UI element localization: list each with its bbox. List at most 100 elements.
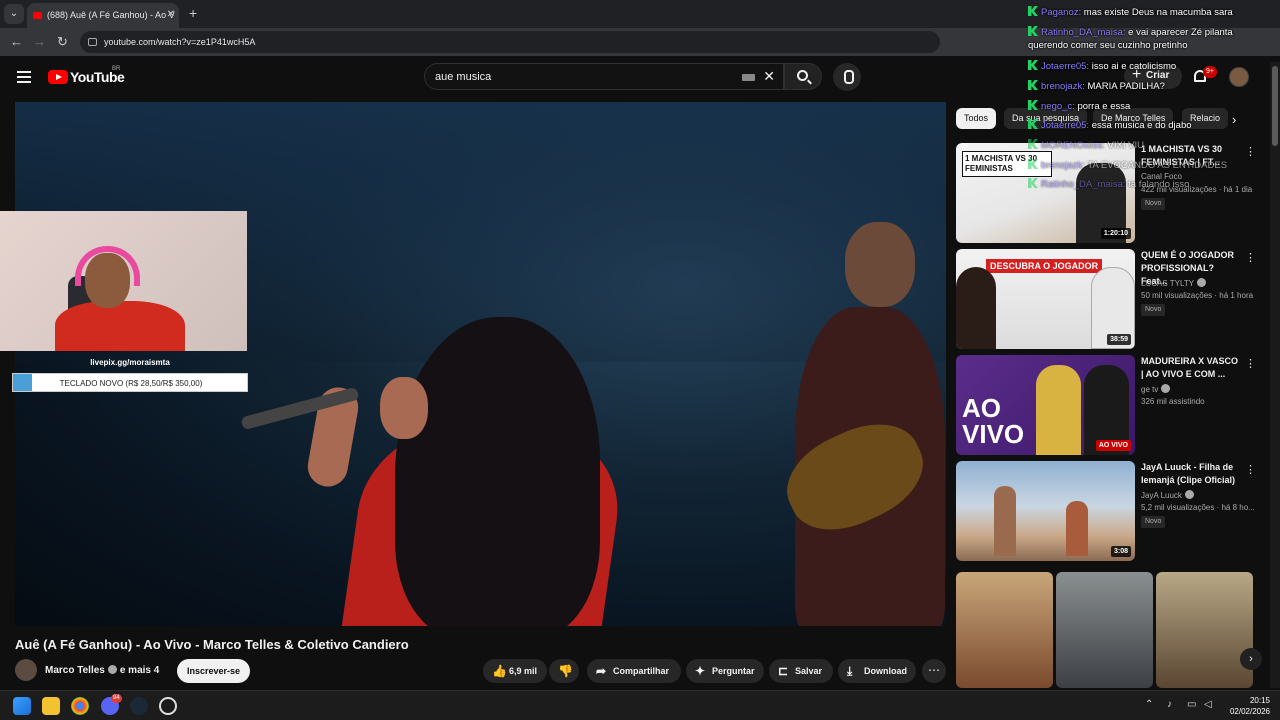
- chevron-up-icon[interactable]: ⌃: [1145, 699, 1153, 710]
- like-button[interactable]: 👍 6,9 mil: [483, 659, 547, 683]
- new-badge: Novo: [1141, 304, 1166, 316]
- search-input[interactable]: aue musica ✕: [424, 63, 784, 90]
- download-button[interactable]: ⤓ Download: [838, 659, 916, 683]
- url-field[interactable]: youtube.com/watch?v=ze1P41wcH5A: [80, 31, 940, 53]
- video-thumbnail[interactable]: DESCUBRA O JOGADOR 38:59: [956, 249, 1135, 349]
- recommendation-title[interactable]: MADUREIRA X VASCO | AO VIVO E COM ...: [1141, 355, 1241, 381]
- recommendation-item[interactable]: DESCUBRA O JOGADOR 38:59 QUEM É O JOGADO…: [956, 249, 1256, 349]
- chat-message: brenojazk: TA EVOCANDO AS ENTIDADES: [1028, 159, 1227, 172]
- share-label: Compartilhar: [613, 666, 670, 676]
- chrome-icon[interactable]: [71, 697, 89, 715]
- chat-username: Ratinho_DA_maisa:: [1041, 179, 1126, 190]
- recommendation-title[interactable]: JayA Luuck - Filha de Iemanjá (Clipe Ofi…: [1141, 461, 1241, 487]
- video-singer-face: [380, 377, 428, 439]
- channel-avatar[interactable]: [15, 659, 37, 681]
- video-thumbnail[interactable]: 1 MACHISTA VS 30 FEMINISTAS 1:20:10: [956, 143, 1135, 243]
- dislike-button[interactable]: 👎: [549, 659, 579, 683]
- chat-username: Jotaerre05:: [1041, 120, 1090, 131]
- kick-icon: [1028, 6, 1038, 16]
- tab-search-button[interactable]: ⌄: [4, 4, 24, 24]
- recommendation-item[interactable]: 3:08 JayA Luuck - Filha de Iemanjá (Clip…: [956, 461, 1256, 561]
- chip-all[interactable]: Todos: [956, 108, 997, 129]
- upload-age: há 1 dia: [1223, 185, 1253, 194]
- obs-icon[interactable]: [159, 697, 177, 715]
- more-vert-icon[interactable]: ⋮: [1245, 463, 1256, 476]
- video-singer-hair: [395, 317, 600, 626]
- view-count: 50 mil visualizações: [1141, 291, 1213, 300]
- donation-goal-text: TECLADO NOVO (R$ 28,50/R$ 350,00): [59, 379, 203, 388]
- network-icon[interactable]: ▭: [1187, 699, 1196, 710]
- clear-search-icon[interactable]: ✕: [763, 68, 775, 85]
- ask-button[interactable]: ✦ Perguntar: [686, 659, 764, 683]
- thumbnail-person: [956, 267, 996, 349]
- upload-age: há 8 ho...: [1221, 503, 1255, 512]
- keyboard-icon[interactable]: [742, 74, 755, 81]
- verified-icon: [107, 665, 117, 674]
- microphone-icon[interactable]: ♪: [1167, 699, 1172, 710]
- chat-text: ta falando isso: [1128, 179, 1190, 190]
- more-vert-icon[interactable]: ⋮: [1245, 145, 1256, 158]
- download-icon: ⤓: [847, 664, 853, 678]
- channel-text: JayA Luuck: [1141, 491, 1182, 500]
- chat-message: MORENOxiiss: VIXI VIU: [1028, 139, 1144, 152]
- chat-text: mas existe Deus na macumba sara: [1083, 7, 1233, 18]
- chat-message: Ratinho_DA_maisa: ta falando isso: [1028, 178, 1189, 191]
- back-icon[interactable]: ←: [10, 34, 23, 49]
- ask-label: Perguntar: [712, 666, 755, 676]
- volume-icon[interactable]: ◁: [1204, 699, 1212, 710]
- recommendation-channel[interactable]: LUCAS TYLTY: [1141, 278, 1209, 288]
- channel-name[interactable]: Marco Telles e mais 4: [45, 665, 159, 676]
- recommendation-item[interactable]: 1 MACHISTA VS 30 FEMINISTAS 1:20:10 1 MA…: [956, 143, 1256, 243]
- kick-icon: [1028, 80, 1038, 90]
- headphones-icon: [75, 246, 140, 286]
- steam-icon[interactable]: [130, 697, 148, 715]
- site-info-icon[interactable]: [88, 38, 97, 46]
- chat-message: Jotaerre05: isso ai e catolicismo: [1028, 60, 1176, 73]
- video-thumbnail[interactable]: AO VIVO AO VIVO: [956, 355, 1135, 455]
- file-explorer-icon[interactable]: [42, 697, 60, 715]
- short-thumbnail[interactable]: [956, 572, 1053, 688]
- recommendation-meta: 50 mil visualizações · há 1 hora: [1141, 291, 1254, 300]
- bookmark-icon: ⊏: [778, 664, 789, 678]
- account-avatar[interactable]: [1229, 67, 1249, 87]
- new-tab-button[interactable]: +: [189, 5, 197, 21]
- recommendation-channel[interactable]: ge tv: [1141, 384, 1173, 394]
- scroll-thumb[interactable]: [1272, 66, 1278, 146]
- short-thumbnail[interactable]: [1156, 572, 1253, 688]
- system-clock[interactable]: 20:15 02/02/2026: [1226, 695, 1270, 717]
- chevron-right-icon[interactable]: ›: [1240, 648, 1262, 670]
- reload-icon[interactable]: ↻: [57, 34, 68, 50]
- kick-icon: [1028, 26, 1038, 36]
- windows-start-icon[interactable]: [13, 697, 31, 715]
- kick-icon: [1028, 60, 1038, 70]
- voice-search-icon[interactable]: [833, 63, 861, 91]
- save-label: Salvar: [795, 666, 823, 676]
- share-button[interactable]: ➦ Compartilhar: [587, 659, 681, 683]
- page-scrollbar[interactable]: [1270, 62, 1280, 688]
- chat-message: Jotaerre05: essa musica e do djabo: [1028, 119, 1192, 132]
- more-actions-button[interactable]: ⋯: [922, 659, 946, 683]
- chat-text: MARIA PADILHA?: [1087, 81, 1165, 92]
- verified-icon: [1161, 384, 1171, 393]
- menu-icon[interactable]: [17, 71, 31, 83]
- more-vert-icon[interactable]: ⋮: [1245, 357, 1256, 370]
- save-button[interactable]: ⊏ Salvar: [769, 659, 833, 683]
- video-duration: 38:59: [1107, 334, 1131, 345]
- search-icon: [797, 70, 808, 81]
- recommendation-meta: 326 mil assistindo: [1141, 397, 1205, 406]
- more-vert-icon[interactable]: ⋮: [1245, 251, 1256, 264]
- new-badge: Novo: [1141, 198, 1166, 210]
- subscribe-button[interactable]: Inscrever-se: [177, 659, 250, 683]
- recommendation-item[interactable]: AO VIVO AO VIVO MADUREIRA X VASCO | AO V…: [956, 355, 1256, 455]
- chevron-right-icon[interactable]: ›: [1232, 112, 1236, 127]
- like-count: 6,9 mil: [509, 666, 538, 676]
- forward-icon[interactable]: →: [33, 34, 46, 49]
- browser-tab-active[interactable]: (688) Auê (A Fé Ganhou) - Ao V ✕: [27, 3, 179, 28]
- close-tab-icon[interactable]: ✕: [167, 9, 175, 20]
- chat-text: porra e essa: [1077, 101, 1131, 112]
- search-button[interactable]: [784, 63, 822, 90]
- recommendation-channel[interactable]: JayA Luuck: [1141, 490, 1197, 500]
- video-thumbnail[interactable]: 3:08: [956, 461, 1135, 561]
- short-thumbnail[interactable]: [1056, 572, 1153, 688]
- clock-date: 02/02/2026: [1229, 707, 1270, 716]
